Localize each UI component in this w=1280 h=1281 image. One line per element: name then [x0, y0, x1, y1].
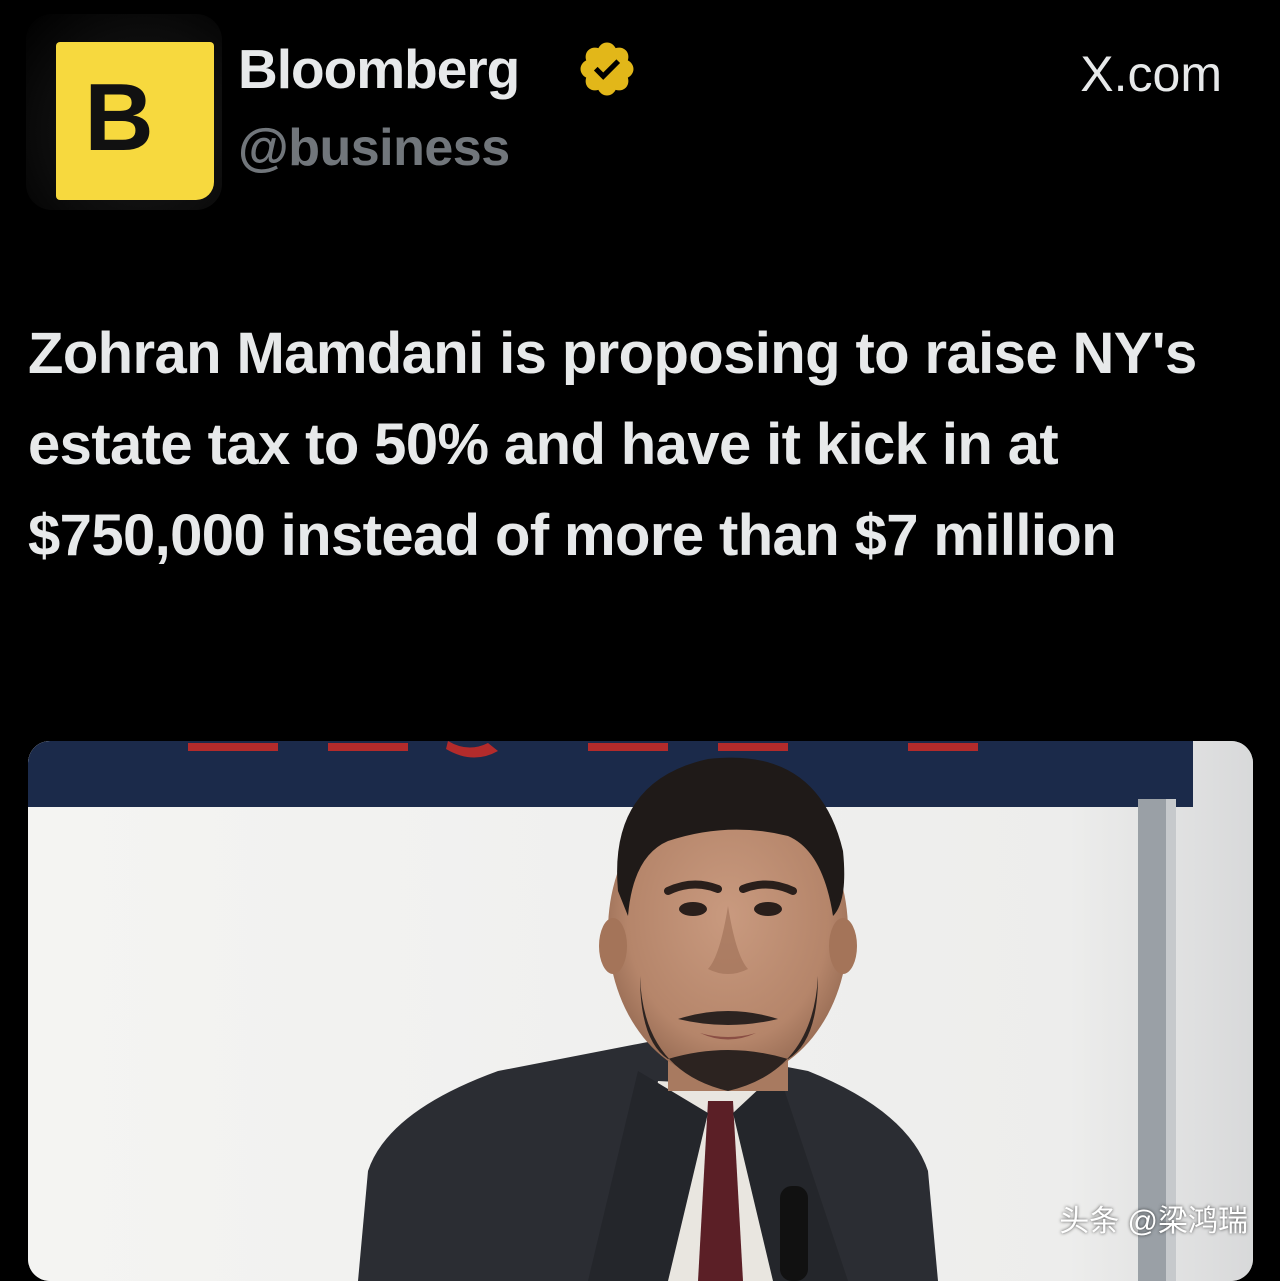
- post-photo[interactable]: [28, 741, 1253, 1281]
- avatar[interactable]: B: [56, 42, 214, 200]
- portrait-photo-illustration: [28, 741, 1253, 1281]
- avatar-letter: B: [84, 64, 154, 171]
- author-display-name[interactable]: Bloomberg: [238, 36, 520, 102]
- post-text: Zohran Mamdani is proposing to raise NY'…: [28, 321, 1197, 568]
- watermark: 头条 @梁鸿瑞: [1059, 1205, 1248, 1238]
- verified-badge-icon: [580, 42, 634, 96]
- site-label: X.com: [1080, 46, 1222, 102]
- author-handle[interactable]: @business: [238, 116, 510, 180]
